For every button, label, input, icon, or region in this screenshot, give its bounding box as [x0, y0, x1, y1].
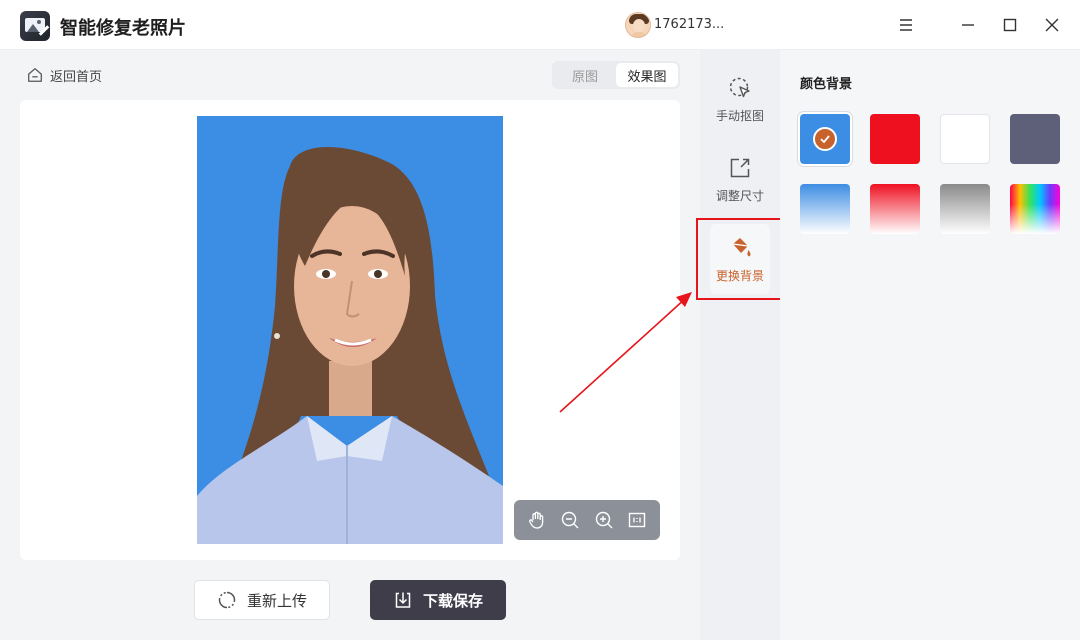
reupload-label: 重新上传	[246, 591, 307, 610]
back-home-label: 返回首页	[50, 69, 103, 85]
canvas-panel	[20, 100, 680, 560]
zoom-in-icon[interactable]	[592, 508, 616, 532]
portrait-photo	[197, 116, 503, 544]
reupload-button[interactable]: 重新上传	[194, 580, 330, 620]
download-button[interactable]: 下载保存	[370, 580, 506, 620]
resize-icon	[730, 158, 750, 177]
home-back-icon	[28, 68, 42, 82]
back-home-link[interactable]: 返回首页	[26, 63, 102, 87]
swatch-blue-gradient[interactable]	[800, 184, 850, 234]
download-label: 下载保存	[422, 591, 483, 610]
annotation-highlight-box	[696, 218, 789, 300]
tab-original[interactable]: 原图	[554, 63, 616, 87]
app-photo-icon	[20, 11, 50, 41]
swatch-red-gradient[interactable]	[870, 184, 920, 234]
user-name[interactable]: 1762173...	[654, 17, 724, 32]
tool-rail: 手动抠图 调整尺寸 更换背景	[700, 50, 780, 640]
user-avatar-icon[interactable]	[625, 12, 651, 38]
panel-title: 颜色背景	[800, 77, 853, 92]
zoom-out-icon[interactable]	[558, 508, 582, 532]
hand-icon[interactable]	[525, 508, 549, 532]
tool-resize-label: 调整尺寸	[715, 188, 764, 203]
tool-manual-cutout[interactable]: 手动抠图	[710, 64, 770, 134]
tool-resize[interactable]: 调整尺寸	[710, 144, 770, 214]
manual-cutout-icon	[729, 77, 750, 97]
view-toggle: 原图 效果图	[552, 61, 680, 89]
background-panel: 颜色背景	[780, 50, 1080, 640]
menu-icon[interactable]	[894, 13, 918, 37]
swatch-rainbow[interactable]	[1010, 184, 1060, 234]
swatch-blue[interactable]	[800, 114, 850, 164]
swatch-gray-gradient[interactable]	[940, 184, 990, 234]
download-icon	[395, 592, 411, 608]
close-icon[interactable]	[1040, 13, 1064, 37]
tool-manual-cutout-label: 手动抠图	[715, 108, 764, 123]
minimize-icon[interactable]	[956, 13, 980, 37]
app-title: 智能修复老照片	[60, 18, 186, 39]
maximize-icon[interactable]	[998, 13, 1022, 37]
zoom-toolbar	[514, 500, 660, 540]
fit-icon[interactable]	[625, 508, 649, 532]
swatch-gray[interactable]	[1010, 114, 1060, 164]
check-icon	[813, 127, 837, 151]
title-bar: 智能修复老照片 1762173...	[0, 0, 1080, 50]
swatch-white[interactable]	[940, 114, 990, 164]
swatch-red[interactable]	[870, 114, 920, 164]
tab-result[interactable]: 效果图	[616, 63, 678, 87]
refresh-icon	[218, 591, 236, 609]
